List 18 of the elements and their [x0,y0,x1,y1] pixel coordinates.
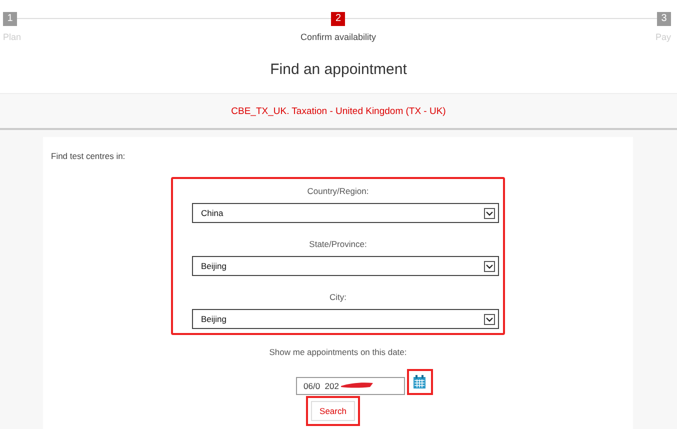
date-label: Show me appointments on this date: [269,347,407,357]
date-field[interactable]: 06/0 202 [296,377,404,395]
step-number: 1 [3,12,17,26]
field-label: City: [328,291,348,304]
intro-text: Find test centres in: [51,151,126,161]
dropdown-field[interactable]: Beijing [192,256,499,276]
field-label: State/Province: [308,238,368,251]
exam-name: CBE_TX_UK. Taxation - United Kingdom (TX - UK) [231,106,446,116]
search-button[interactable]: Search [310,401,356,421]
step-number: 2 [331,12,346,26]
field-label: Country/Region: [306,185,370,198]
scribble-mark [340,381,374,389]
dropdown-field[interactable]: Beijing [192,309,499,329]
step-label: Confirm availability [300,32,376,42]
dropdown-field[interactable]: China [192,203,499,223]
page-title: Find an appointment [269,60,408,80]
step-number: 3 [657,12,671,26]
calendar-icon[interactable] [413,375,426,389]
